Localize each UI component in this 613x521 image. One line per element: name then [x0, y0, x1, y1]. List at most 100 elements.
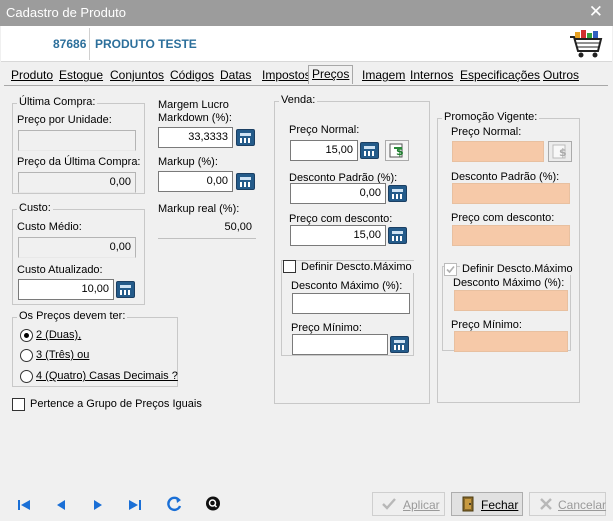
product-name: PRODUTO TESTE	[95, 37, 197, 51]
radio-duas-casas[interactable]	[20, 329, 33, 342]
header-divider	[89, 28, 90, 60]
fechar-label: Fechar	[481, 498, 519, 512]
custo-medio-field[interactable]: 0,00	[18, 237, 136, 258]
promo-definir-label: Definir Descto.Máximo	[460, 263, 575, 275]
tab-estogue[interactable]: Estogue	[59, 68, 103, 84]
calculator-icon[interactable]	[360, 142, 379, 159]
calculator-icon[interactable]	[236, 173, 255, 190]
markup-real-label: Markup real (%):	[158, 203, 240, 215]
product-code: 87686	[53, 37, 87, 51]
next-record-icon[interactable]	[89, 498, 107, 512]
venda-preco-minimo-label: Preço Mínimo:	[291, 322, 362, 334]
money-icon: $	[548, 141, 572, 162]
promo-preco-normal-label: Preço Normal:	[451, 126, 522, 138]
radio-tres-casas[interactable]	[20, 349, 33, 362]
markup-field[interactable]: 0,00	[158, 171, 233, 192]
promo-definir-group: Definir Descto.Máximo Desconto Máximo (%…	[442, 263, 575, 352]
margem-lucro-label: Margem Lucro Markdown (%):	[158, 99, 232, 124]
promo-preco-desconto-label: Preço com desconto:	[451, 212, 555, 224]
promo-desconto-maximo-label: Desconto Máximo (%):	[453, 277, 565, 289]
promo-preco-desconto-field	[452, 225, 570, 246]
pertence-grupo-label: Pertence a Grupo de Preços Iguais	[30, 398, 202, 410]
check-icon	[382, 498, 396, 510]
venda-preco-minimo-field[interactable]	[292, 334, 388, 355]
markup-real-field: 50,00	[158, 218, 256, 239]
promo-definir-checkbox	[444, 263, 457, 276]
tab-especificacoes[interactable]: Especificações	[460, 68, 540, 84]
promocao-group: Promoção Vigente: Preço Normal: $ Descon…	[437, 111, 580, 403]
promo-desconto-padrao-label: Desconto Padrão (%):	[451, 171, 560, 183]
promo-preco-normal-field	[452, 141, 544, 162]
venda-desconto-padrao-field[interactable]: 0,00	[290, 183, 386, 204]
shopping-cart-icon	[570, 30, 603, 58]
venda-definir-checkbox[interactable]	[283, 260, 296, 273]
calculator-icon[interactable]	[236, 129, 255, 146]
preco-unidade-label: Preço por Unidade:	[17, 114, 112, 126]
ultima-compra-group: Última Compra: Preço por Unidade: Preço …	[12, 96, 145, 194]
casas-decimais-legend: Os Preços devem ter:	[17, 310, 128, 322]
tab-underline	[4, 85, 608, 86]
refresh-icon[interactable]	[166, 496, 184, 512]
ultima-compra-legend: Última Compra:	[17, 96, 98, 108]
venda-definir-label: Definir Descto.Máximo	[299, 261, 414, 273]
custo-atualizado-field[interactable]: 10,00	[18, 279, 114, 300]
tab-precos[interactable]: Preços	[308, 65, 354, 84]
tab-datas[interactable]: Datas	[220, 68, 251, 84]
custo-atualizado-label: Custo Atualizado:	[17, 264, 103, 276]
venda-preco-normal-field[interactable]: 15,00	[290, 140, 358, 161]
calculator-icon[interactable]	[388, 185, 407, 202]
calculator-icon[interactable]	[388, 227, 407, 244]
calculator-icon[interactable]	[116, 281, 135, 298]
preco-unidade-field[interactable]	[18, 130, 136, 151]
cancelar-button[interactable]: Cancelar	[529, 492, 606, 516]
venda-definir-group: Definir Descto.Máximo Desconto Máximo (%…	[281, 260, 414, 356]
preco-ultima-compra-field[interactable]: 0,00	[18, 172, 136, 193]
tab-internos[interactable]: Internos	[410, 68, 453, 84]
venda-desconto-maximo-field[interactable]	[292, 293, 410, 314]
radio-duas-label: 2 (Duas),	[36, 329, 82, 341]
tab-impostos[interactable]: Impostos	[262, 68, 311, 84]
custo-legend: Custo:	[17, 202, 53, 214]
venda-preco-desconto-label: Preço com desconto:	[289, 213, 393, 225]
calculator-icon[interactable]	[390, 336, 409, 353]
last-record-icon[interactable]	[125, 498, 143, 512]
product-header: 87686 PRODUTO TESTE	[1, 26, 612, 62]
promocao-legend: Promoção Vigente:	[442, 111, 540, 123]
venda-desconto-maximo-label: Desconto Máximo (%):	[291, 280, 403, 292]
svg-text:$: $	[559, 146, 567, 159]
fechar-button[interactable]: Fechar	[451, 492, 523, 516]
promo-preco-minimo-label: Preço Mínimo:	[451, 319, 522, 331]
custo-medio-label: Custo Médio:	[17, 221, 82, 233]
window-title: Cadastro de Produto	[6, 5, 126, 20]
cancel-icon	[540, 498, 552, 510]
pertence-grupo-checkbox[interactable]	[12, 398, 25, 411]
previous-record-icon[interactable]	[52, 498, 70, 512]
radio-tres-label: 3 (Três) ou	[36, 349, 90, 361]
tab-produto[interactable]: Produto	[11, 68, 53, 84]
venda-preco-desconto-field[interactable]: 15,00	[290, 225, 386, 246]
first-record-icon[interactable]	[16, 498, 34, 512]
venda-legend: Venda:	[279, 94, 318, 106]
tab-codigos[interactable]: Códigos	[170, 68, 214, 84]
casas-decimais-group: Os Preços devem ter: 2 (Duas), 3 (Três) …	[12, 310, 178, 387]
radio-quatro-casas[interactable]	[20, 370, 33, 383]
door-icon	[462, 496, 474, 512]
venda-group: Venda: Preço Normal: 15,00 $ Desconto Pa…	[274, 94, 430, 404]
tab-conjuntos[interactable]: Conjuntos	[110, 68, 164, 84]
margem-lucro-field[interactable]: 33,3333	[158, 127, 233, 148]
tab-bar: Produto Estogue Conjuntos Códigos Datas …	[4, 65, 608, 86]
markup-label: Markup (%):	[158, 156, 218, 168]
money-icon[interactable]: $	[385, 140, 409, 161]
aplicar-label: Aplicar	[403, 498, 440, 512]
preco-ultima-compra-label: Preço da Última Compra:	[17, 156, 141, 168]
title-bar: Cadastro de Produto ✕	[0, 0, 613, 26]
custo-group: Custo: Custo Médio: 0,00 Custo Atualizad…	[12, 202, 145, 305]
promo-desconto-maximo-field	[454, 290, 568, 311]
search-record-icon[interactable]	[204, 495, 222, 512]
tab-outros[interactable]: Outros	[543, 68, 579, 84]
aplicar-button[interactable]: Aplicar	[372, 492, 445, 516]
venda-preco-normal-label: Preço Normal:	[289, 124, 360, 136]
radio-quatro-label: 4 (Quatro) Casas Decimais ?	[36, 370, 178, 382]
tab-imagem[interactable]: Imagem	[362, 68, 405, 84]
close-icon[interactable]: ✕	[589, 2, 603, 22]
